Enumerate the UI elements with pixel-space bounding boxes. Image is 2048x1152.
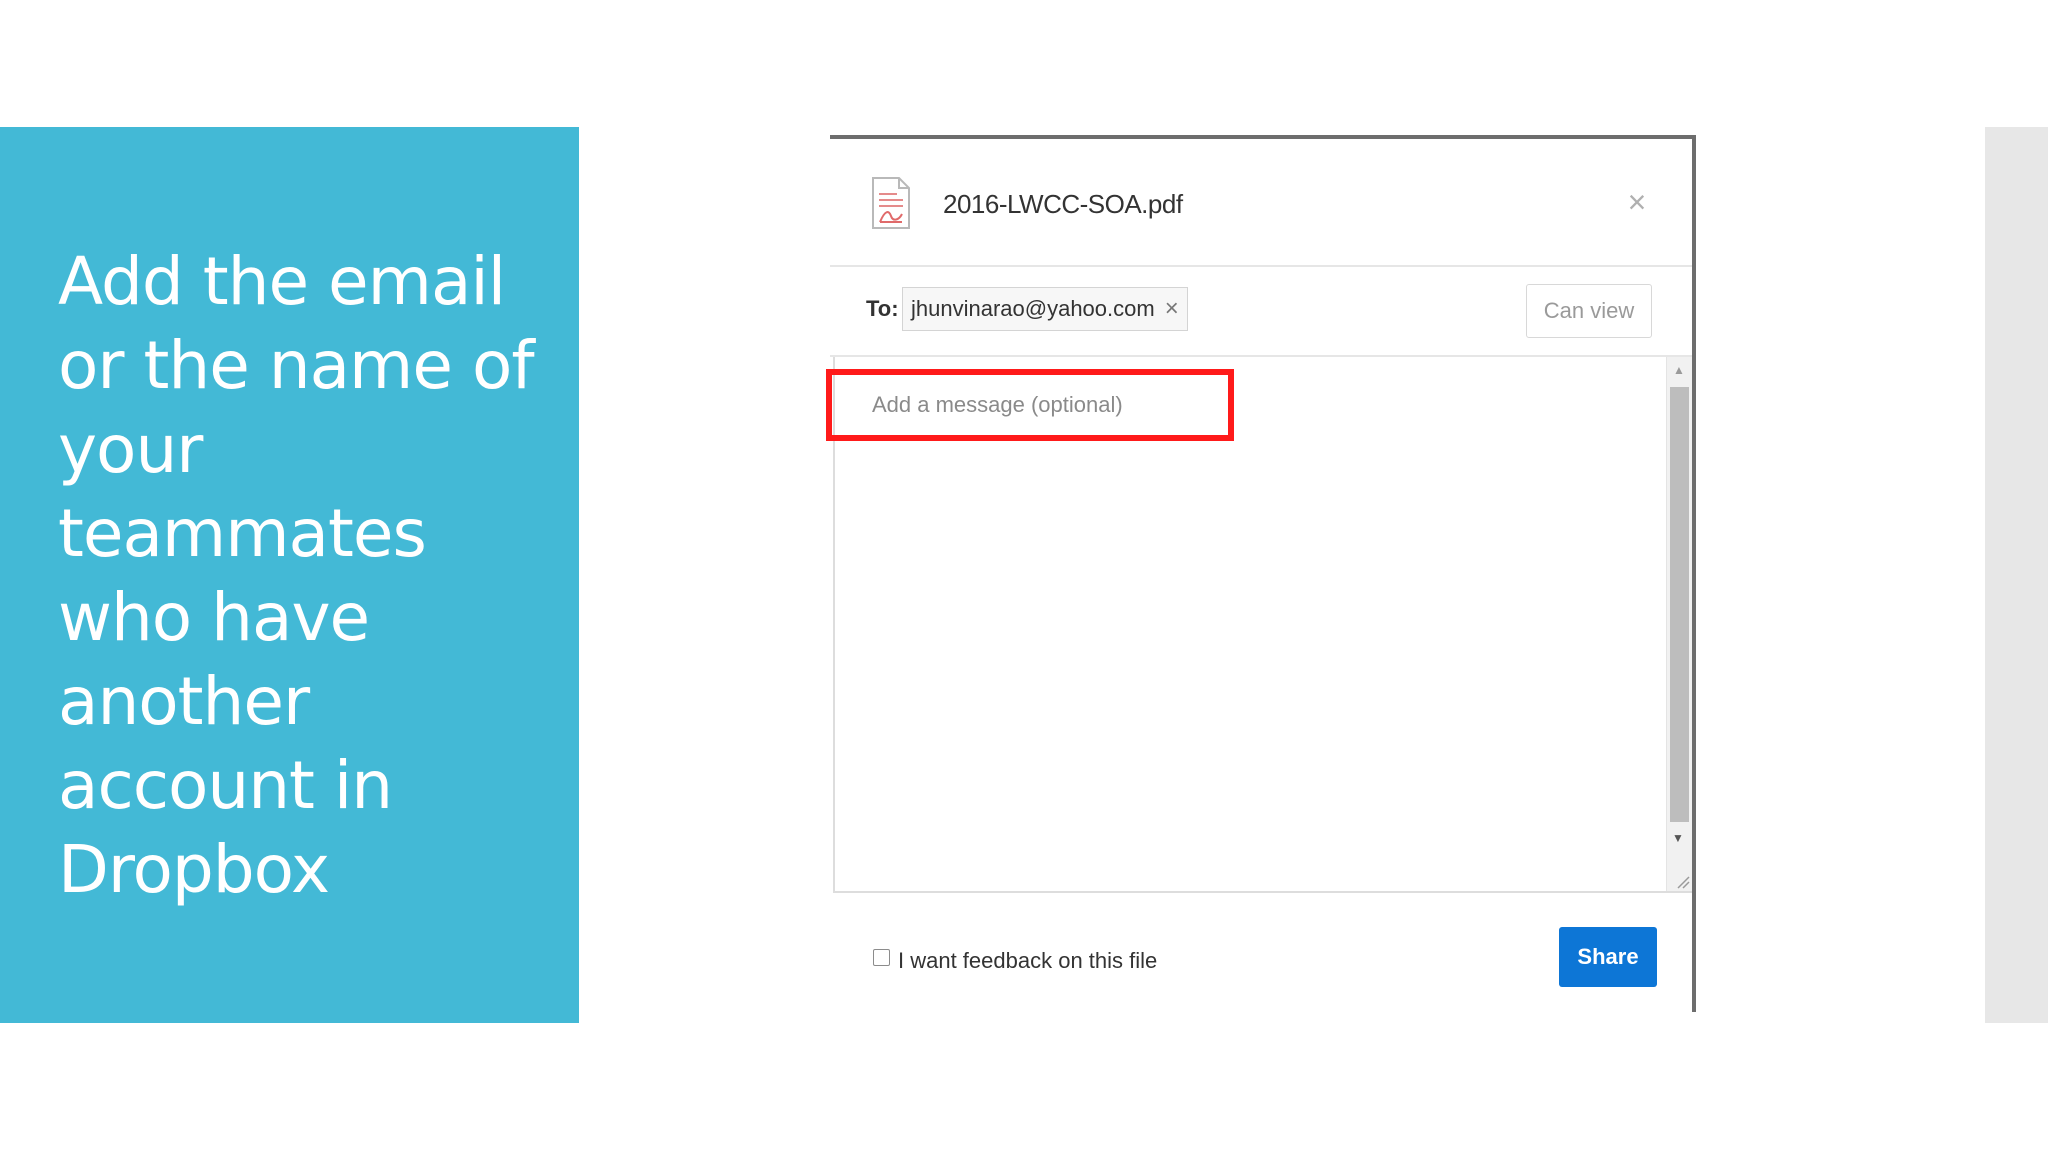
share-dialog: 2016-LWCC-SOA.pdf × To: jhunvinarao@yaho… bbox=[830, 135, 1696, 1012]
slide-title: Add the email or the name of your teamma… bbox=[58, 243, 535, 908]
scroll-up-icon[interactable]: ▲ bbox=[1673, 363, 1685, 377]
message-placeholder: Add a message (optional) bbox=[872, 392, 1123, 417]
share-button[interactable]: Share bbox=[1559, 927, 1657, 987]
resize-grip-icon[interactable] bbox=[1674, 873, 1690, 889]
recipient-email: jhunvinarao@yahoo.com bbox=[911, 296, 1155, 321]
feedback-checkbox[interactable] bbox=[873, 949, 890, 966]
pdf-file-icon bbox=[872, 177, 910, 229]
remove-recipient-icon[interactable]: × bbox=[1165, 297, 1179, 321]
feedback-label: I want feedback on this file bbox=[898, 948, 1158, 973]
to-label: To: bbox=[866, 296, 899, 321]
recipient-chip[interactable]: jhunvinarao@yahoo.com × bbox=[902, 287, 1188, 331]
permission-dropdown[interactable]: Can view bbox=[1526, 284, 1652, 338]
message-scrollbar[interactable]: ▲ ▼ bbox=[1666, 357, 1692, 891]
scroll-thumb[interactable] bbox=[1670, 387, 1689, 822]
scroll-down-icon[interactable]: ▼ bbox=[1672, 831, 1684, 845]
close-button[interactable]: × bbox=[1622, 184, 1652, 220]
recipient-row: To: jhunvinarao@yahoo.com × Can view bbox=[830, 267, 1692, 357]
right-decorative-strip bbox=[1985, 127, 2048, 1023]
slide: Add the email or the name of your teamma… bbox=[0, 0, 2048, 1152]
file-name: 2016-LWCC-SOA.pdf bbox=[943, 189, 1183, 219]
dialog-header: 2016-LWCC-SOA.pdf × bbox=[830, 139, 1692, 267]
close-icon: × bbox=[1627, 184, 1647, 220]
message-input[interactable]: Add a message (optional) ▲ ▼ bbox=[833, 357, 1692, 893]
